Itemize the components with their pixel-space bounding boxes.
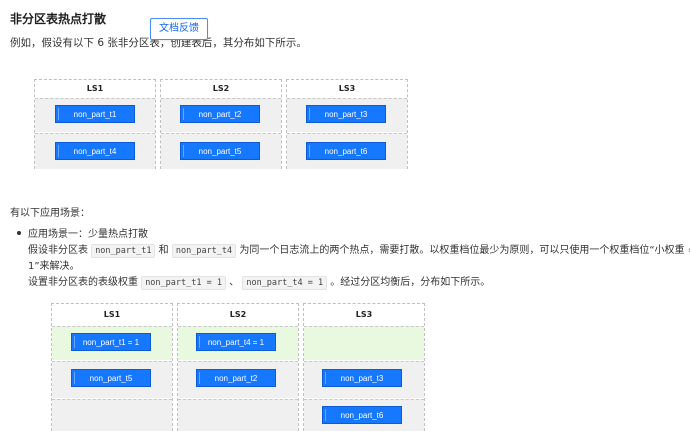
row-cell: non_part_t2 [161,98,281,132]
table-chip: non_part_t2 [196,369,276,387]
group-label: LS2 [212,84,230,93]
ls1-group: LS1 non_part_t1 = 1 non_part_t5 [51,303,173,431]
group-label: LS1 [86,84,104,93]
table-chip: non_part_t1 [55,105,135,123]
ls1-group: LS1 non_part_t1 non_part_t4 [34,79,156,169]
row-cell: non_part_t5 [161,133,281,169]
inline-code: non_part_t4 = 1 [242,276,328,290]
bullet-title: 应用场景一：少量热点打散 [28,229,148,240]
row-cell: non_part_t3 [287,98,407,132]
paragraph-line: 假设非分区表 non_part_t1 和 non_part_t4 为同一个日志流… [28,241,690,258]
row-cell: non_part_t6 [287,133,407,169]
paragraph-text: 和 [158,245,169,256]
row-cell: non_part_t2 [178,361,298,398]
paragraph-line: 1”来解决。 [28,261,80,272]
paragraph-text: 。经过分区均衡后，分布如下所示。 [330,277,491,288]
row-cell: non_part_t1 [35,98,155,132]
inline-code: non_part_t1 [91,244,156,258]
group-label: LS3 [355,310,373,319]
paragraph-text: 、 [229,277,240,288]
table-chip: non_part_t5 [71,369,151,387]
bullet-dot [17,231,21,235]
feedback-button[interactable]: 文档反馈 [150,18,208,40]
ls2-group: LS2 non_part_t4 = 1 non_part_t2 [177,303,299,431]
paragraph-text: 为同一个日志流上的两个热点，需要打散。以权重档位最少为原则，可以只使用一个权重档… [239,245,690,256]
row-cell [52,399,172,431]
document-page: 非分区表热点打散 文档反馈 例如，假设有以下 6 张非分区表，创建表后，其分布如… [0,0,690,441]
paragraph-text: 设置非分区表的表级权重 [28,277,138,288]
row-cell: non_part_t6 [304,399,424,431]
scenarios-label: 有以下应用场景： [10,208,90,219]
ls3-group: LS3 non_part_t3 non_part_t6 [286,79,408,169]
ls3-group: LS3 non_part_t3 non_part_t6 [303,303,425,431]
section-title: 非分区表热点打散 [10,12,107,26]
table-chip: non_part_t3 [322,369,402,387]
group-label: LS1 [103,310,121,319]
inline-code: non_part_t1 = 1 [141,276,226,290]
row-cell: non_part_t4 [35,133,155,169]
table-chip: non_part_t6 [322,406,402,424]
ls2-group: LS2 non_part_t2 non_part_t5 [160,79,282,169]
group-label: LS2 [229,310,247,319]
row-cell [178,399,298,431]
table-chip: non_part_t2 [180,105,260,123]
row-cell: non_part_t4 = 1 [178,326,298,360]
row-cell: non_part_t3 [304,361,424,398]
paragraph-text: 假设非分区表 [28,245,88,256]
inline-code: non_part_t4 [171,244,237,258]
group-label: LS3 [338,84,356,93]
table-chip: non_part_t6 [306,142,386,160]
row-cell [304,326,424,360]
table-chip: non_part_t4 = 1 [196,333,276,351]
row-cell: non_part_t1 = 1 [52,326,172,360]
row-cell: non_part_t5 [52,361,172,398]
table-chip: non_part_t5 [180,142,260,160]
table-chip: non_part_t4 [55,142,135,160]
table-chip: non_part_t1 = 1 [71,333,151,351]
table-chip: non_part_t3 [306,105,386,123]
paragraph-line: 设置非分区表的表级权重 non_part_t1 = 1 、 non_part_t… [28,273,490,290]
